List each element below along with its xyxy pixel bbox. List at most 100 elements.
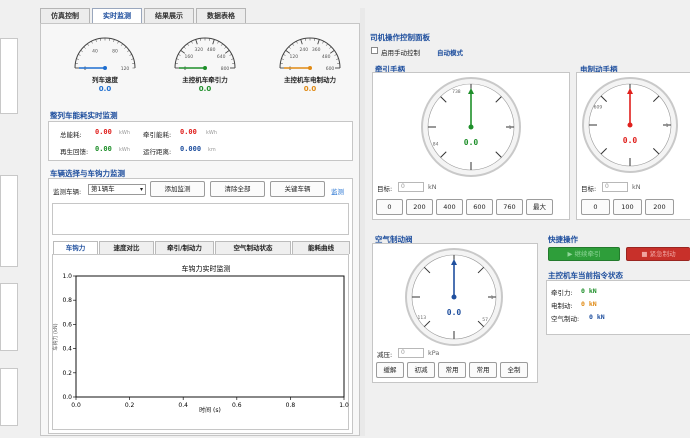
- left-frame-1: [0, 38, 18, 114]
- panel-splitter[interactable]: [360, 8, 365, 436]
- mode-label: 自动模式: [437, 49, 463, 57]
- air-preset-button[interactable]: 常用: [438, 362, 466, 378]
- traction-preset-button[interactable]: 760: [496, 199, 523, 215]
- gauge-tick: [87, 43, 90, 46]
- distance-value: 0.000: [180, 145, 202, 153]
- dial-tick-label: 738: [452, 89, 461, 95]
- gauge-tick-label: 0: [184, 66, 187, 72]
- brake-preset-button[interactable]: 100: [613, 199, 642, 215]
- emergency-brake-button[interactable]: ■ 紧急制动: [626, 247, 690, 261]
- dial-tick-label: 113: [417, 315, 426, 321]
- dial-hub: [627, 122, 633, 128]
- subtab-air-brake[interactable]: 空气制动状态: [215, 241, 291, 254]
- y-tick-label: 0.0: [62, 394, 72, 401]
- gauge-tick: [212, 39, 215, 45]
- chevron-down-icon: ▾: [139, 186, 143, 193]
- gauge-0: 0 40 80 120: [69, 34, 141, 74]
- gauge-tick-label: 120: [290, 54, 299, 60]
- gauge-tick: [195, 39, 198, 45]
- vehicle-select[interactable]: 第1辆车 ▾: [88, 184, 146, 195]
- subtab-coupler-force[interactable]: 车钩力: [53, 241, 98, 254]
- brake-target-input[interactable]: 0: [602, 182, 628, 192]
- manual-control-checkbox[interactable]: [371, 47, 378, 54]
- gauge-tick: [317, 39, 320, 45]
- y-tick-label: 1.0: [62, 273, 72, 280]
- gauge-tick-label: 320: [195, 47, 204, 53]
- add-monitor-button[interactable]: 添加监测: [150, 181, 205, 197]
- traction-preset-button[interactable]: 0: [376, 199, 403, 215]
- tab-realtime-monitor[interactable]: 实时监测: [92, 8, 142, 23]
- air-preset-button[interactable]: 常用: [469, 362, 497, 378]
- gauge-tick: [281, 58, 284, 60]
- subtab-energy-curve[interactable]: 能耗曲线: [292, 241, 350, 254]
- gauge-tick: [180, 50, 186, 54]
- dial-tick-label: 57: [482, 317, 488, 323]
- traction-unit: kN: [428, 183, 437, 191]
- brake-target-label: 目标:: [581, 185, 597, 193]
- energy-panel: [48, 121, 353, 161]
- traction-preset-button[interactable]: 200: [406, 199, 433, 215]
- gauge-tick-label: 360: [312, 47, 321, 53]
- traction-target-label: 目标:: [377, 185, 393, 193]
- gauge-value: 0.0: [198, 85, 212, 93]
- subtab-traction-brake[interactable]: 牵引/制动力: [155, 241, 214, 254]
- gauge-tick-label: 0: [289, 66, 292, 72]
- gauge-tick: [131, 58, 134, 60]
- dial-hub: [451, 294, 457, 300]
- gauge-tick: [113, 39, 115, 42]
- brake-preset-button[interactable]: 0: [581, 199, 610, 215]
- gauge-arc: [74, 37, 136, 69]
- tab-simulation-control[interactable]: 仿真控制: [40, 8, 90, 23]
- gauge-tick-label: 640: [217, 54, 226, 60]
- brake-dial[interactable]: 609 1 0.0: [581, 76, 679, 176]
- tab-data-table[interactable]: 数据表格: [196, 8, 246, 23]
- gauge-label: 列车速度: [92, 76, 118, 84]
- regen-label: 再生回馈:: [60, 148, 89, 156]
- y-axis-label: 车钩力 (kN): [52, 323, 59, 350]
- dial-tick-label: 609: [594, 105, 603, 111]
- monitor-link[interactable]: 监测: [331, 186, 344, 196]
- air-brake-dial[interactable]: 113 57 1 0.0: [404, 247, 504, 349]
- air-preset-button[interactable]: 缓解: [376, 362, 404, 378]
- gauge-tick-label: 160: [185, 54, 194, 60]
- air-preset-button[interactable]: 初减: [407, 362, 435, 378]
- continue-traction-button[interactable]: ▶ 继续牵引: [548, 247, 620, 261]
- gauge-tick-label: 480: [322, 54, 331, 60]
- monitored-vehicles-list[interactable]: [52, 203, 349, 235]
- left-frame-2: [0, 175, 18, 267]
- gauge-tick: [78, 54, 81, 56]
- chart-title: 车钩力实时监测: [182, 264, 231, 273]
- traction-preset-button[interactable]: 400: [436, 199, 463, 215]
- y-tick-label: 0.4: [62, 346, 72, 353]
- dial-tick-label: 84: [433, 141, 439, 147]
- traction-dial[interactable]: 738 1 84 0.0: [420, 76, 522, 180]
- main-tabs: 仿真控制 实时监测 结果展示 数据表格: [40, 8, 248, 23]
- brake-preset-button[interactable]: 200: [645, 199, 674, 215]
- gauge-tick-label: 240: [300, 47, 309, 53]
- gauge-tick: [176, 58, 179, 60]
- air-target-input[interactable]: 0: [398, 348, 424, 358]
- subtab-speed-compare[interactable]: 速度对比: [99, 241, 154, 254]
- traction-preset-button[interactable]: 600: [466, 199, 493, 215]
- key-vehicle-button[interactable]: 关键车辆: [270, 181, 325, 197]
- y-ticks: 0.0 0.2 0.4 0.6 0.8 1.0: [62, 273, 76, 401]
- x-tick-label: 0.0: [71, 402, 81, 409]
- x-tick-label: 0.6: [232, 402, 242, 409]
- gauge-tick: [334, 54, 337, 56]
- gauge-label: 主控机车牵引力: [182, 76, 228, 84]
- quick-title: 快捷操作: [548, 235, 578, 244]
- tab-results[interactable]: 结果展示: [144, 8, 194, 23]
- traction-preset-button[interactable]: 最大: [526, 199, 553, 215]
- clear-all-button[interactable]: 清除全部: [210, 181, 265, 197]
- x-tick-label: 0.8: [286, 402, 296, 409]
- gauge-1: 0 160 320 480 640 800: [169, 34, 241, 74]
- air-preset-button[interactable]: 全制: [500, 362, 528, 378]
- gauge-tick: [336, 58, 339, 60]
- x-tick-label: 0.2: [125, 402, 135, 409]
- gauge-tick: [83, 46, 86, 49]
- gauge-tick: [283, 54, 286, 56]
- state-air-label: 空气制动:: [551, 315, 580, 323]
- traction-target-input[interactable]: 0: [398, 182, 424, 192]
- gauge-tick: [231, 58, 234, 60]
- brake-unit: kN: [632, 183, 641, 191]
